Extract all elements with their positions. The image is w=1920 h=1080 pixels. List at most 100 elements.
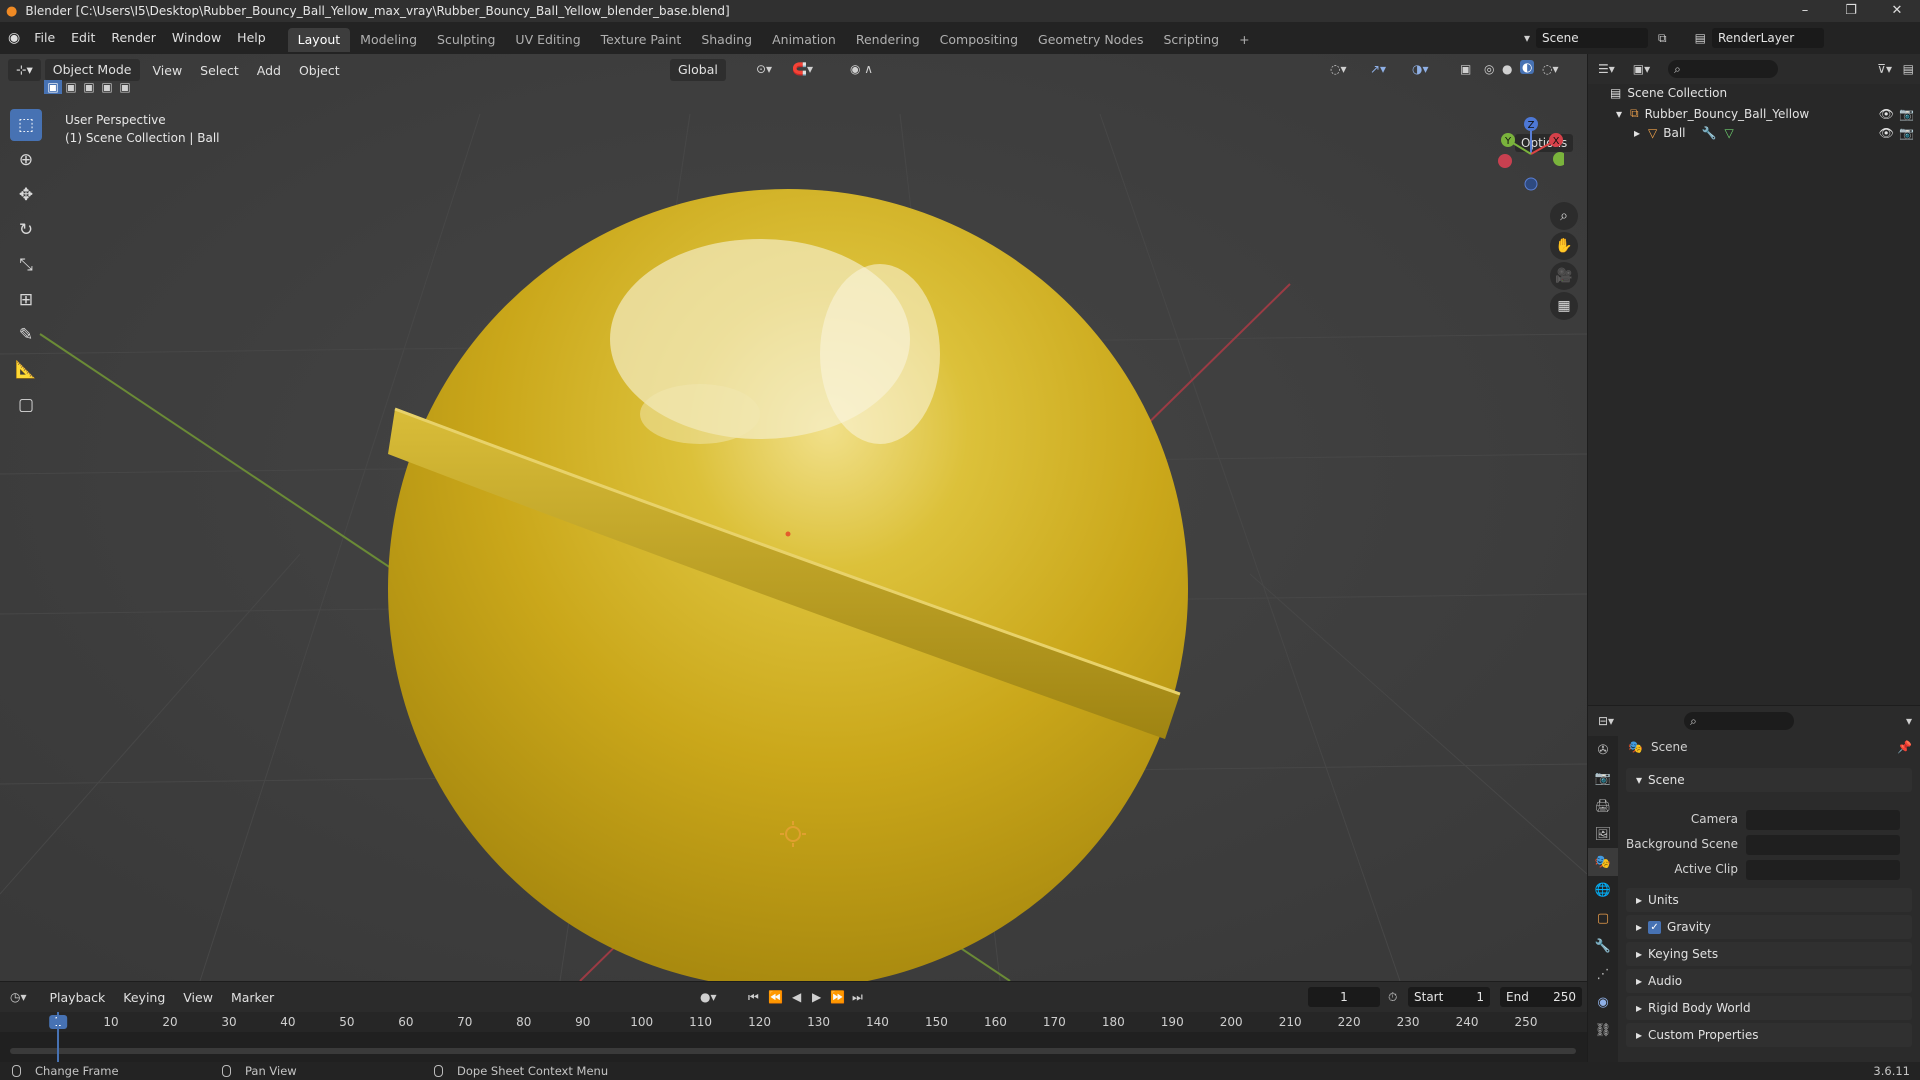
units-panel[interactable]: ▸ Units xyxy=(1626,888,1912,912)
tab-layout[interactable]: Layout xyxy=(287,28,351,52)
menu-window[interactable]: Window xyxy=(164,22,229,54)
pivot-icon[interactable]: ⊙▾ xyxy=(756,62,772,76)
current-frame-field[interactable]: 1 xyxy=(1308,987,1380,1007)
menu-help[interactable]: Help xyxy=(229,22,274,54)
properties-search-input[interactable]: ⌕ xyxy=(1684,712,1795,730)
move-tool-icon[interactable]: ✥ xyxy=(10,179,42,211)
constraints-tab-icon[interactable]: ⛓ xyxy=(1588,1016,1618,1044)
menu-add[interactable]: Add xyxy=(248,63,290,78)
editor-type-icon[interactable]: ⊹▾ xyxy=(8,59,41,81)
select-box-tool-icon[interactable]: ⬚ xyxy=(10,109,42,141)
view-layer-tab-icon[interactable]: 🖼 xyxy=(1588,820,1618,848)
visibility-eye-icon[interactable]: 👁 xyxy=(1879,107,1894,121)
tab-shading[interactable]: Shading xyxy=(691,28,762,52)
timeline-scrollbar[interactable] xyxy=(10,1048,1576,1054)
scale-tool-icon[interactable]: ⤡ xyxy=(10,249,42,281)
timeline-editor-icon[interactable]: ◷▾ xyxy=(10,990,27,1004)
pan-hand-icon[interactable]: ✋ xyxy=(1550,232,1578,260)
camera-field[interactable] xyxy=(1746,810,1900,830)
timeline-editor[interactable]: ◷▾ Playback Keying View Marker ●▾ ⏮ ⏪ ◀ … xyxy=(0,982,1587,1062)
overlay-toggle-icon[interactable]: ◑▾ xyxy=(1412,62,1429,76)
menu-keying[interactable]: Keying xyxy=(114,990,174,1005)
render-tab-icon[interactable]: 📷 xyxy=(1588,764,1618,792)
add-workspace-button[interactable]: + xyxy=(1229,28,1259,52)
tab-scripting[interactable]: Scripting xyxy=(1153,28,1229,52)
xray-icon[interactable]: ▣ xyxy=(1460,62,1471,76)
shading-wireframe-icon[interactable]: ◎ xyxy=(1484,62,1494,76)
scene-selector[interactable]: Scene xyxy=(1536,28,1649,48)
menu-render[interactable]: Render xyxy=(103,22,164,54)
measure-tool-icon[interactable]: 📐 xyxy=(10,354,42,386)
menu-edit[interactable]: Edit xyxy=(63,22,103,54)
annotate-tool-icon[interactable]: ✎ xyxy=(10,319,42,351)
minimize-button[interactable]: – xyxy=(1782,0,1828,22)
gravity-panel[interactable]: ▸ ✓ Gravity xyxy=(1626,915,1912,939)
tab-animation[interactable]: Animation xyxy=(762,28,846,52)
jump-keyframe-forward-icon[interactable]: ⏩ xyxy=(830,990,845,1004)
shading-rendered-icon[interactable]: ◌▾ xyxy=(1542,62,1559,76)
rotate-tool-icon[interactable]: ↻ xyxy=(10,214,42,246)
perspective-toggle-icon[interactable]: ▦ xyxy=(1550,292,1578,320)
pin-icon[interactable]: 📌 xyxy=(1897,740,1912,754)
modifier-wrench-icon[interactable]: 🔧 xyxy=(1702,126,1717,140)
active-clip-field[interactable] xyxy=(1746,860,1900,880)
keying-sets-panel[interactable]: ▸ Keying Sets xyxy=(1626,942,1912,966)
select-subtract-icon[interactable]: ▣ xyxy=(80,80,98,94)
visibility-icon[interactable]: ◌▾ xyxy=(1330,62,1347,76)
output-tab-icon[interactable]: 🖨 xyxy=(1588,792,1618,820)
physics-tab-icon[interactable]: ◉ xyxy=(1588,988,1618,1016)
scene-tab-icon[interactable]: 🎭 xyxy=(1588,848,1618,876)
collapse-arrow-icon[interactable]: ▸ xyxy=(1634,126,1640,140)
select-extend-icon[interactable]: ▣ xyxy=(62,80,80,94)
visibility-eye-icon[interactable]: 👁 xyxy=(1879,126,1894,140)
renderlayer-selector[interactable]: RenderLayer xyxy=(1711,28,1824,48)
new-collection-icon[interactable]: ▤ xyxy=(1903,62,1914,76)
snap-icon[interactable]: 🧲▾ xyxy=(792,62,813,76)
menu-timeline-view[interactable]: View xyxy=(174,990,222,1005)
menu-select[interactable]: Select xyxy=(191,63,248,78)
tab-compositing[interactable]: Compositing xyxy=(930,28,1028,52)
render-camera-icon[interactable]: 📷 xyxy=(1899,126,1914,140)
outliner-object-row[interactable]: ▸ ▽ Ball 🔧 ▽ 👁 📷 xyxy=(1634,126,1916,140)
playhead-line[interactable] xyxy=(57,1012,59,1062)
close-button[interactable]: ✕ xyxy=(1874,0,1920,22)
start-frame-field[interactable]: Start 1 xyxy=(1408,987,1490,1007)
outliner-search-input[interactable]: ⌕ xyxy=(1668,60,1779,78)
cursor-tool-icon[interactable]: ⊕ xyxy=(10,144,42,176)
tool-tab-icon[interactable]: ✇ xyxy=(1588,736,1618,764)
stopwatch-icon[interactable]: ⏱ xyxy=(1388,990,1397,1005)
3d-viewport[interactable]: ⊹▾ Object Mode View Select Add Object Gl… xyxy=(0,54,1587,981)
background-scene-field[interactable] xyxy=(1746,835,1900,855)
outliner-editor-icon[interactable]: ☰▾ xyxy=(1598,62,1615,76)
navigation-gizmo[interactable]: Z X Y xyxy=(1498,116,1564,192)
select-intersect-icon[interactable]: ▣ xyxy=(116,80,134,94)
particles-tab-icon[interactable]: ⋰ xyxy=(1588,960,1618,988)
mesh-data-icon[interactable]: ▽ xyxy=(1724,126,1733,140)
camera-view-icon[interactable]: 🎥 xyxy=(1550,262,1578,290)
proportional-edit-icon[interactable]: ◉ ∧ xyxy=(850,62,873,76)
jump-keyframe-back-icon[interactable]: ⏪ xyxy=(768,990,783,1004)
object-tab-icon[interactable]: ▢ xyxy=(1588,904,1618,932)
frame-ruler[interactable]: 1102030405060708090100110120130140150160… xyxy=(0,1012,1587,1032)
tab-uv-editing[interactable]: UV Editing xyxy=(505,28,590,52)
play-icon[interactable]: ▶ xyxy=(812,990,821,1004)
expand-arrow-icon[interactable]: ▾ xyxy=(1616,107,1622,121)
menu-object[interactable]: Object xyxy=(290,63,349,78)
properties-options-icon[interactable]: ▾ xyxy=(1906,714,1912,728)
scene-panel-header[interactable]: ▾ Scene xyxy=(1626,768,1912,792)
filter-icon[interactable]: ⊽▾ xyxy=(1877,62,1892,76)
play-reverse-icon[interactable]: ◀ xyxy=(792,990,801,1004)
tab-geometry-nodes[interactable]: Geometry Nodes xyxy=(1028,28,1153,52)
outliner-collection-row[interactable]: ▾ ⧉ Rubber_Bouncy_Ball_Yellow 👁 📷 xyxy=(1616,106,1916,121)
menu-file[interactable]: File xyxy=(26,22,63,54)
maximize-button[interactable]: ❐ xyxy=(1828,0,1874,22)
tab-modeling[interactable]: Modeling xyxy=(350,28,427,52)
timeline-body[interactable] xyxy=(0,1032,1587,1062)
select-new-icon[interactable]: ▣ xyxy=(44,80,62,94)
audio-panel[interactable]: ▸ Audio xyxy=(1626,969,1912,993)
jump-end-icon[interactable]: ⏭ xyxy=(852,990,863,1005)
properties-editor-icon[interactable]: ⊟▾ xyxy=(1598,714,1614,728)
display-mode-icon[interactable]: ▣▾ xyxy=(1633,62,1650,76)
shading-material-icon[interactable]: ◐ xyxy=(1520,60,1535,74)
blender-menu-icon[interactable]: ◉ xyxy=(8,30,20,46)
